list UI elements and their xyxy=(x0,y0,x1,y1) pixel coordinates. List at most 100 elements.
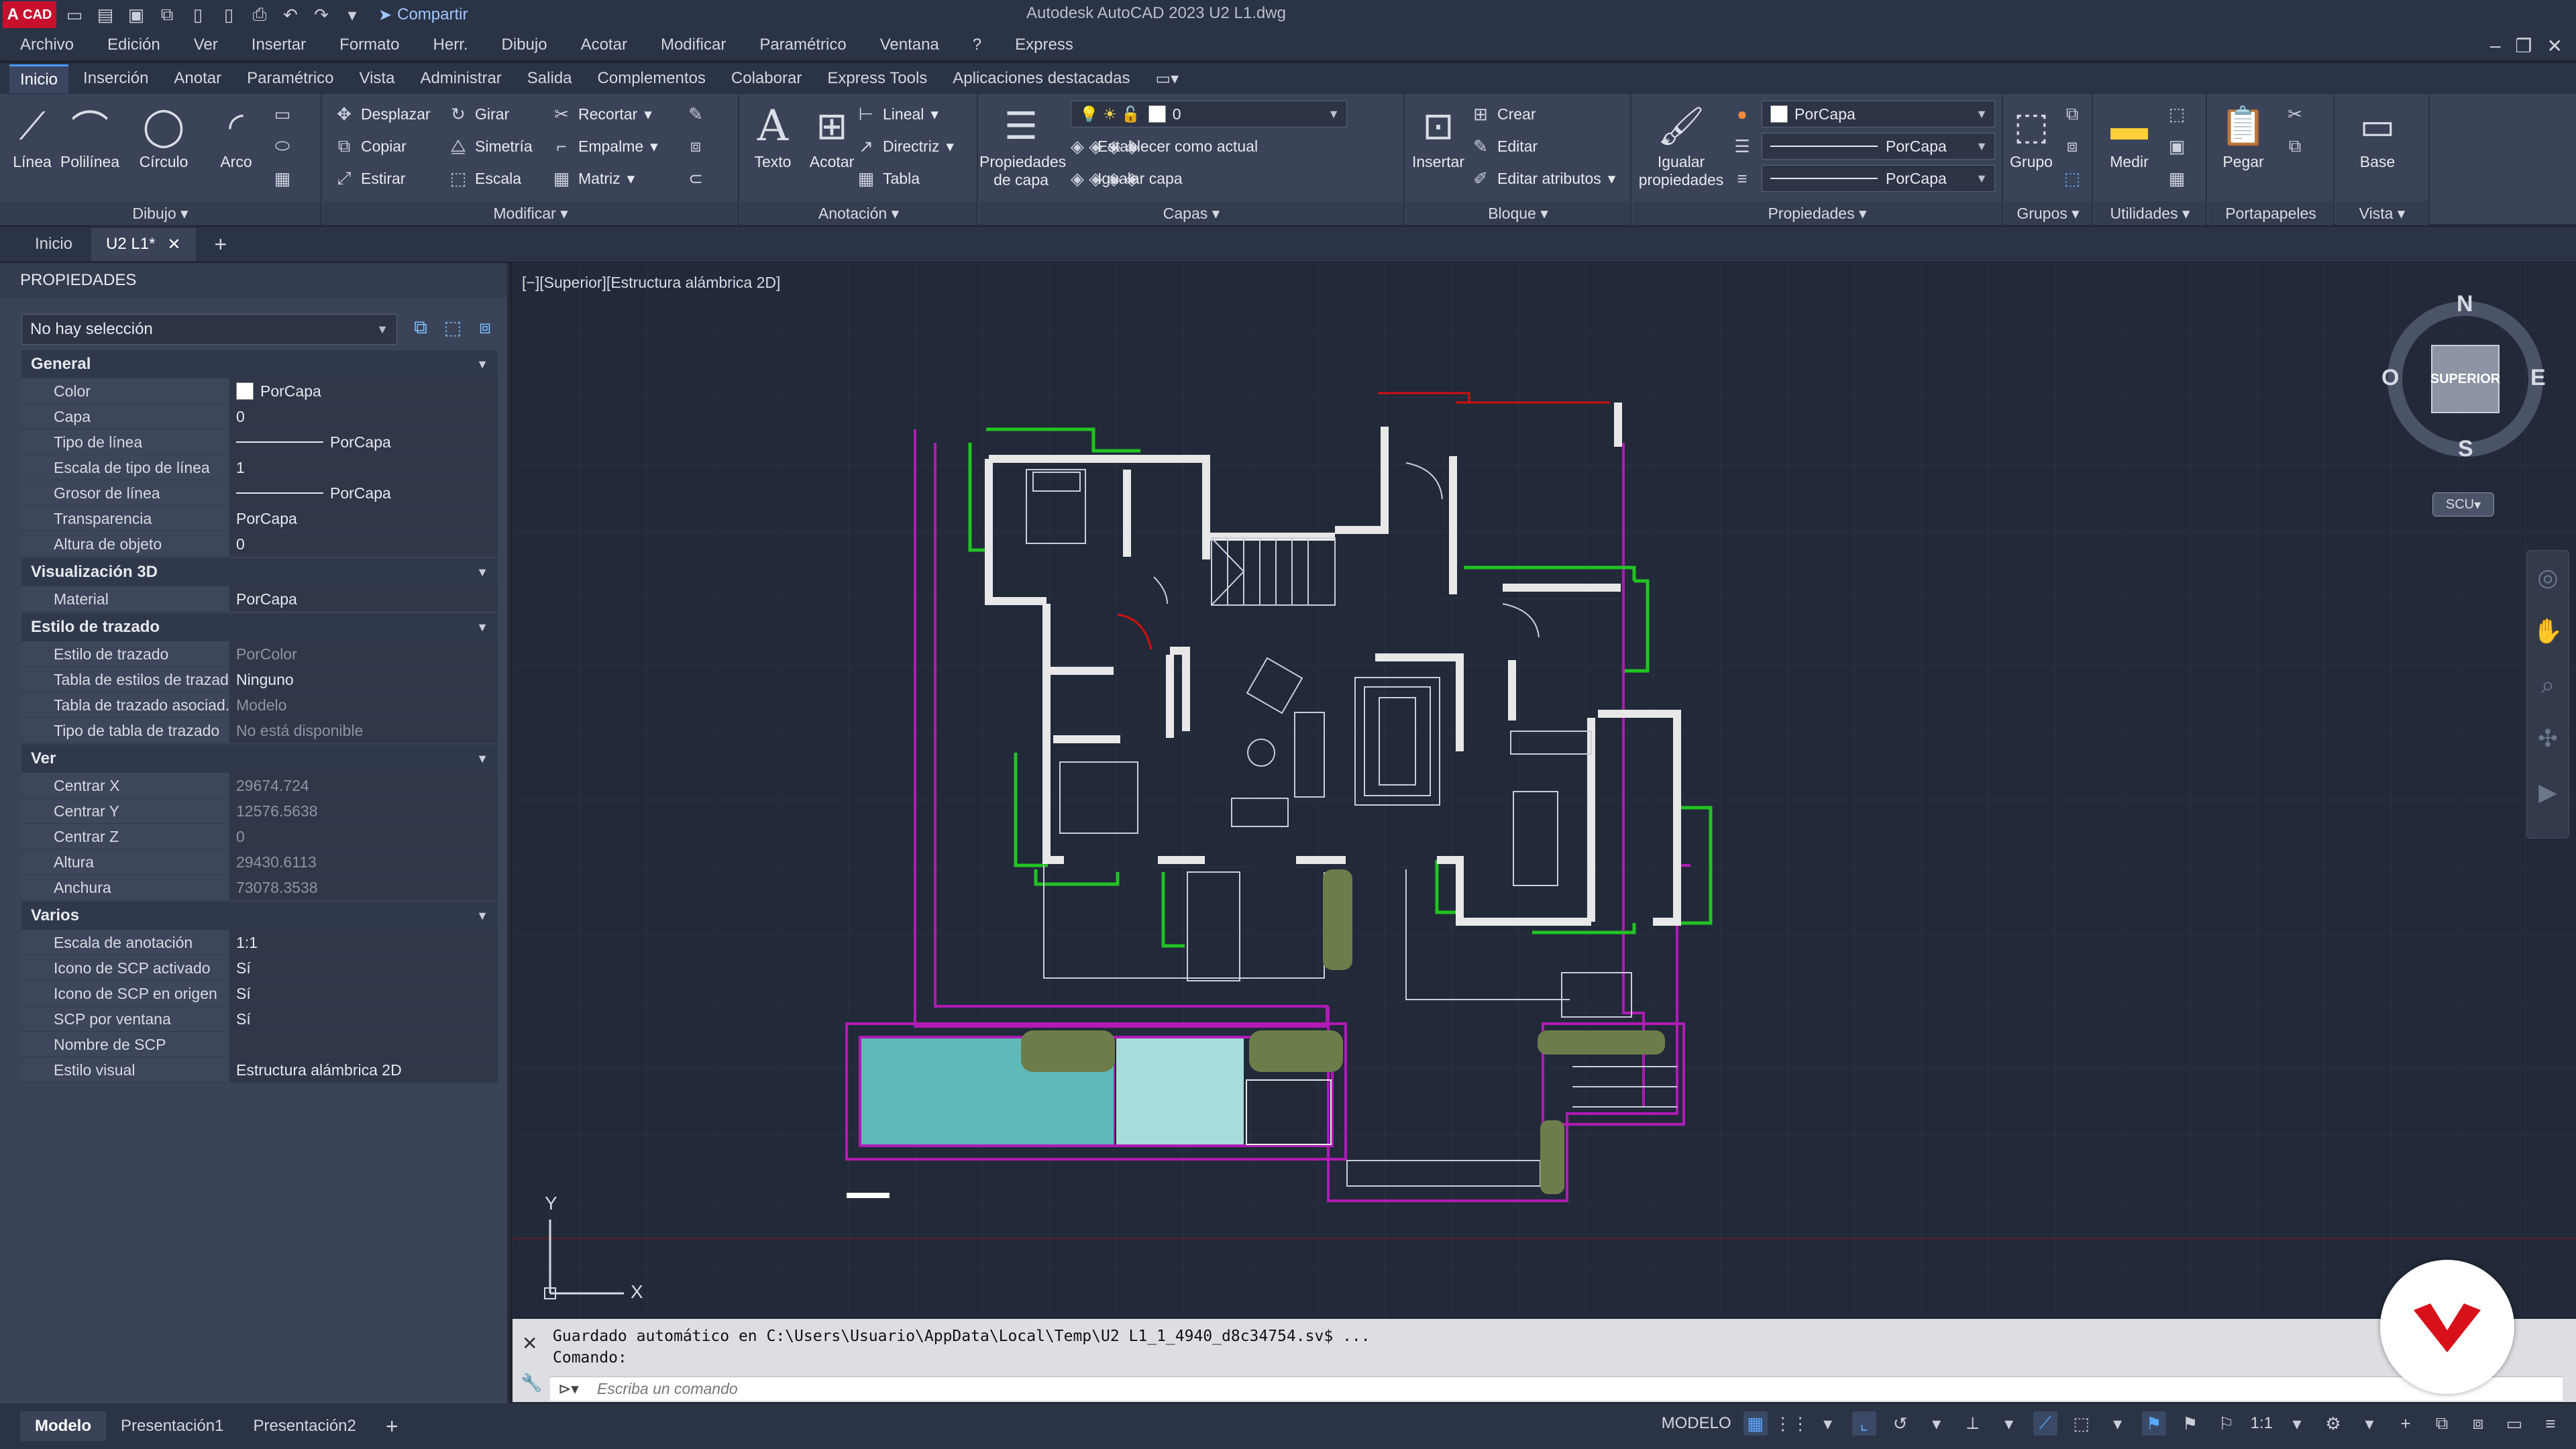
group-select-tool[interactable]: ⬚ xyxy=(2062,165,2082,192)
doc-tab-home[interactable]: Inicio xyxy=(20,228,87,260)
selection-dropdown[interactable]: No hay selección ▼ xyxy=(21,314,397,345)
array-tool[interactable]: ▦ Matriz ▾ xyxy=(551,165,635,192)
quick-select-tool[interactable]: ⬚ xyxy=(2167,101,2187,127)
select-all-tool[interactable]: ▣ xyxy=(2167,133,2187,160)
workspace-dropdown-icon[interactable]: ▾ xyxy=(2357,1411,2381,1436)
panel-block-title[interactable]: Bloque ▾ xyxy=(1406,201,1630,225)
erase-tool[interactable]: ✎ xyxy=(686,101,706,127)
orbit-icon[interactable]: ✣ xyxy=(2527,712,2569,765)
polyline-tool[interactable]: ⌒ Polilínea xyxy=(58,99,122,171)
tab-complementos[interactable]: Complementos xyxy=(587,65,716,92)
panel-utilities-title[interactable]: Utilidades ▾ xyxy=(2094,201,2206,225)
base-view-tool[interactable]: ▭ Base xyxy=(2343,99,2412,171)
prop-row[interactable]: Tipo de línea PorCapa xyxy=(21,429,498,455)
insert-tool[interactable]: ⊡ Insertar xyxy=(1406,99,1470,171)
annotation-visibility-icon[interactable]: ⚑ xyxy=(2141,1411,2166,1436)
tab-aplicaciones[interactable]: Aplicaciones destacadas xyxy=(942,65,1140,92)
prop-row[interactable]: Grosor de línea PorCapa xyxy=(21,480,498,506)
section-view[interactable]: Ver ▼ xyxy=(21,745,498,773)
restore-icon[interactable]: ❐ xyxy=(2515,35,2532,57)
showmotion-icon[interactable]: ▶ xyxy=(2527,765,2569,819)
layer-dropdown[interactable]: 💡 ☀ 🔓 0 ▼ xyxy=(1071,101,1347,127)
panel-properties-title[interactable]: Propiedades ▾ xyxy=(1633,201,2002,225)
save-icon[interactable]: ▣ xyxy=(123,3,149,27)
color-dropdown[interactable]: PorCapa ▼ xyxy=(1762,101,1995,127)
grid-icon[interactable]: ▦ xyxy=(1743,1411,1768,1436)
tab-colaborar[interactable]: Colaborar xyxy=(720,65,812,92)
prop-row[interactable]: Altura 29430.6113 xyxy=(21,849,498,875)
menu-insertar[interactable]: Insertar xyxy=(252,36,306,54)
prop-row[interactable]: Centrar X 29674.724 xyxy=(21,773,498,798)
close-icon[interactable]: ✕ xyxy=(522,1332,537,1354)
arc-tool[interactable]: ◜ Arco xyxy=(204,99,268,171)
viewcube-face-top[interactable]: SUPERIOR xyxy=(2430,345,2500,413)
compass-north[interactable]: N xyxy=(2457,291,2473,317)
fillet-tool[interactable]: ⌐ Empalme ▾ xyxy=(551,133,657,160)
tab-anotar[interactable]: Anotar xyxy=(163,65,232,92)
copy-tool[interactable]: ⧉ Copiar xyxy=(334,133,407,160)
undo-icon[interactable]: ↶ xyxy=(278,3,303,27)
copy-clip-tool[interactable]: ⧉ xyxy=(2285,133,2305,160)
add-layout-icon[interactable]: + xyxy=(371,1409,413,1444)
prop-row[interactable]: Nombre de SCP xyxy=(21,1032,498,1057)
tab-insercion[interactable]: Inserción xyxy=(72,65,159,92)
menu-formato[interactable]: Formato xyxy=(339,36,399,54)
prop-row[interactable]: Icono de SCP activado Sí xyxy=(21,955,498,981)
menu-ver[interactable]: Ver xyxy=(194,36,218,54)
plot-icon[interactable]: ⎙ xyxy=(247,3,272,27)
customization-icon[interactable]: ≡ xyxy=(2538,1411,2563,1436)
open-folder-icon[interactable]: ▤ xyxy=(93,3,118,27)
select-objects-icon[interactable]: ⬚ xyxy=(440,317,466,342)
workspace-gear-icon[interactable]: ⚙ xyxy=(2321,1411,2345,1436)
layout-tab-presentation1[interactable]: Presentación1 xyxy=(106,1411,238,1441)
panel-draw-title[interactable]: Dibujo ▾ xyxy=(0,201,321,225)
mirror-tool[interactable]: ⧋ Simetría xyxy=(448,133,532,160)
object-snap-dropdown-icon[interactable]: ▾ xyxy=(2106,1411,2130,1436)
set-current-tool[interactable]: ◈ ◈ ◈ ◈ Establecer como actual xyxy=(1071,133,1258,160)
object-snap-icon[interactable]: ⬚ xyxy=(2070,1411,2094,1436)
lineweight-dropdown[interactable]: PorCapa ▼ xyxy=(1762,133,1995,160)
trim-tool[interactable]: ✂ Recortar ▾ xyxy=(551,101,652,127)
prop-row[interactable]: SCP por ventana Sí xyxy=(21,1006,498,1032)
prop-row[interactable]: Estilo visual Estructura alámbrica 2D xyxy=(21,1057,498,1083)
layout-tab-model[interactable]: Modelo xyxy=(20,1411,106,1441)
stretch-tool[interactable]: ⤢ Estirar xyxy=(334,165,406,192)
menu-ventana[interactable]: Ventana xyxy=(880,36,939,54)
ortho-icon[interactable]: ⌞ xyxy=(1851,1411,1876,1436)
ucs-menu-button[interactable]: SCU ▾ xyxy=(2432,492,2494,517)
text-tool[interactable]: A Texto xyxy=(741,99,805,171)
prop-row[interactable]: Altura de objeto 0 xyxy=(21,531,498,557)
rotate-tool[interactable]: ↻ Girar xyxy=(448,101,509,127)
create-block-tool[interactable]: ⊞ Crear xyxy=(1470,101,1536,127)
panel-view-title[interactable]: Vista ▾ xyxy=(2336,201,2428,225)
quick-select-icon[interactable]: ⧈ xyxy=(472,317,498,342)
prop-row[interactable]: Capa 0 xyxy=(21,404,498,429)
close-tab-icon[interactable]: ✕ xyxy=(167,235,180,254)
offset-tool[interactable]: ⊂ xyxy=(686,165,706,192)
explode-tool[interactable]: ⧈ xyxy=(686,133,706,160)
compass-south[interactable]: S xyxy=(2458,436,2473,462)
table-tool[interactable]: ▦ Tabla xyxy=(856,165,920,192)
calculator-tool[interactable]: ▦ xyxy=(2167,165,2187,192)
annotation-monitor-icon[interactable]: + xyxy=(2394,1411,2418,1436)
panel-groups-title[interactable]: Grupos ▾ xyxy=(2004,201,2092,225)
menu-parametrico[interactable]: Paramétrico xyxy=(759,36,846,54)
menu-acotar[interactable]: Acotar xyxy=(581,36,627,54)
edit-block-tool[interactable]: ✎ Editar xyxy=(1470,133,1538,160)
group-edit-tool[interactable]: ⧈ xyxy=(2062,133,2082,160)
compass-east[interactable]: E xyxy=(2530,365,2546,391)
prop-row[interactable]: Escala de anotación 1:1 xyxy=(21,930,498,955)
prop-row[interactable]: Estilo de trazado PorColor xyxy=(21,641,498,667)
prop-row[interactable]: Tabla de trazado asociad... Modelo xyxy=(21,692,498,718)
measure-tool[interactable]: ▬ Medir xyxy=(2094,99,2164,171)
paste-tool[interactable]: 📋 Pegar xyxy=(2208,99,2278,171)
isodraft-icon[interactable]: ⟂ xyxy=(1961,1411,1985,1436)
clean-screen-icon[interactable]: ▭ xyxy=(2502,1411,2526,1436)
command-prompt-icon[interactable]: ⊳▾ xyxy=(558,1377,579,1400)
panel-layers-title[interactable]: Capas ▾ xyxy=(979,201,1403,225)
save-as-icon[interactable]: ⧉ xyxy=(154,3,180,27)
match-layer-tool[interactable]: ◈ ◈ ◈ ◈ Igualar capa xyxy=(1071,165,1183,192)
prop-row[interactable]: Centrar Z0 xyxy=(21,824,498,849)
section-misc[interactable]: Varios ▼ xyxy=(21,902,498,930)
viewcube[interactable]: SUPERIOR N S E O xyxy=(2381,291,2549,463)
